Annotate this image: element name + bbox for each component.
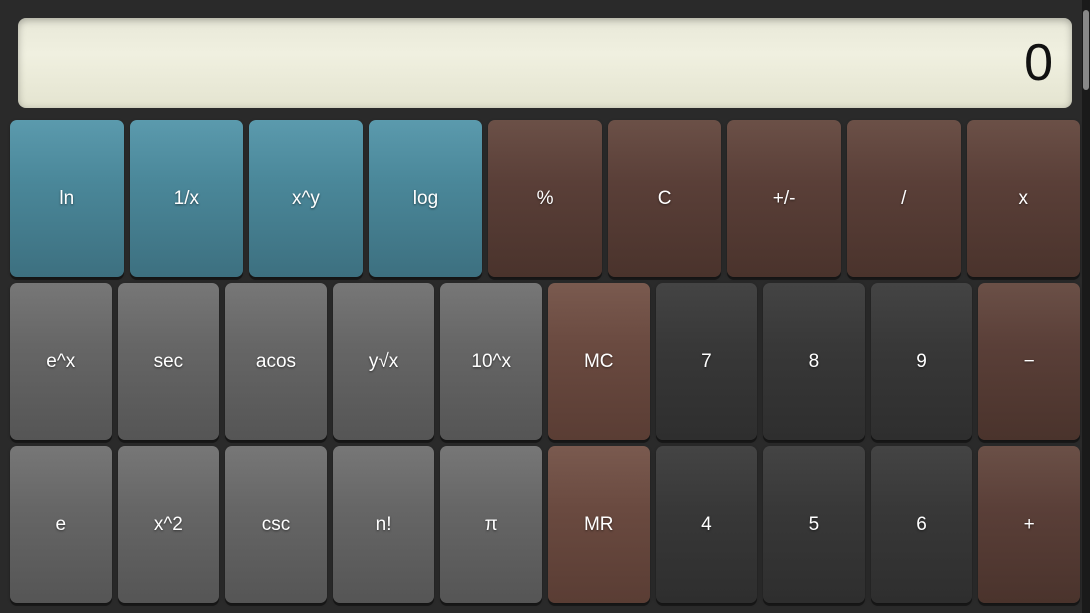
btn-plus[interactable]: + — [978, 446, 1080, 603]
btn-percent[interactable]: % — [488, 120, 602, 277]
btn-x-pow-y[interactable]: x^y — [249, 120, 363, 277]
keypad: ln1/xx^ylog%C+/-/xe^xsecacosy√x10^xMC789… — [0, 120, 1090, 613]
btn-multiply[interactable]: x — [967, 120, 1081, 277]
btn-y-root-x[interactable]: y√x — [333, 283, 435, 440]
btn-pi[interactable]: π — [440, 446, 542, 603]
btn-seven[interactable]: 7 — [656, 283, 758, 440]
btn-four[interactable]: 4 — [656, 446, 758, 603]
display-value: 0 — [1024, 33, 1052, 93]
btn-inv-x[interactable]: 1/x — [130, 120, 244, 277]
row-0: ln1/xx^ylog%C+/-/x — [10, 120, 1080, 277]
row-2: ex^2cscn!πMR456+ — [10, 446, 1080, 603]
btn-six[interactable]: 6 — [871, 446, 973, 603]
btn-mr[interactable]: MR — [548, 446, 650, 603]
btn-sec[interactable]: sec — [118, 283, 220, 440]
btn-acos[interactable]: acos — [225, 283, 327, 440]
btn-csc[interactable]: csc — [225, 446, 327, 603]
btn-log[interactable]: log — [369, 120, 483, 277]
btn-divide[interactable]: / — [847, 120, 961, 277]
btn-eight[interactable]: 8 — [763, 283, 865, 440]
btn-five[interactable]: 5 — [763, 446, 865, 603]
btn-mc[interactable]: MC — [548, 283, 650, 440]
btn-e-pow-x[interactable]: e^x — [10, 283, 112, 440]
btn-clear[interactable]: C — [608, 120, 722, 277]
btn-x-squared[interactable]: x^2 — [118, 446, 220, 603]
display: 0 — [18, 18, 1072, 108]
btn-minus[interactable]: − — [978, 283, 1080, 440]
row-1: e^xsecacosy√x10^xMC789− — [10, 283, 1080, 440]
btn-ten-pow-x[interactable]: 10^x — [440, 283, 542, 440]
btn-nine[interactable]: 9 — [871, 283, 973, 440]
btn-plus-minus[interactable]: +/- — [727, 120, 841, 277]
btn-ln[interactable]: ln — [10, 120, 124, 277]
btn-euler[interactable]: e — [10, 446, 112, 603]
btn-factorial[interactable]: n! — [333, 446, 435, 603]
